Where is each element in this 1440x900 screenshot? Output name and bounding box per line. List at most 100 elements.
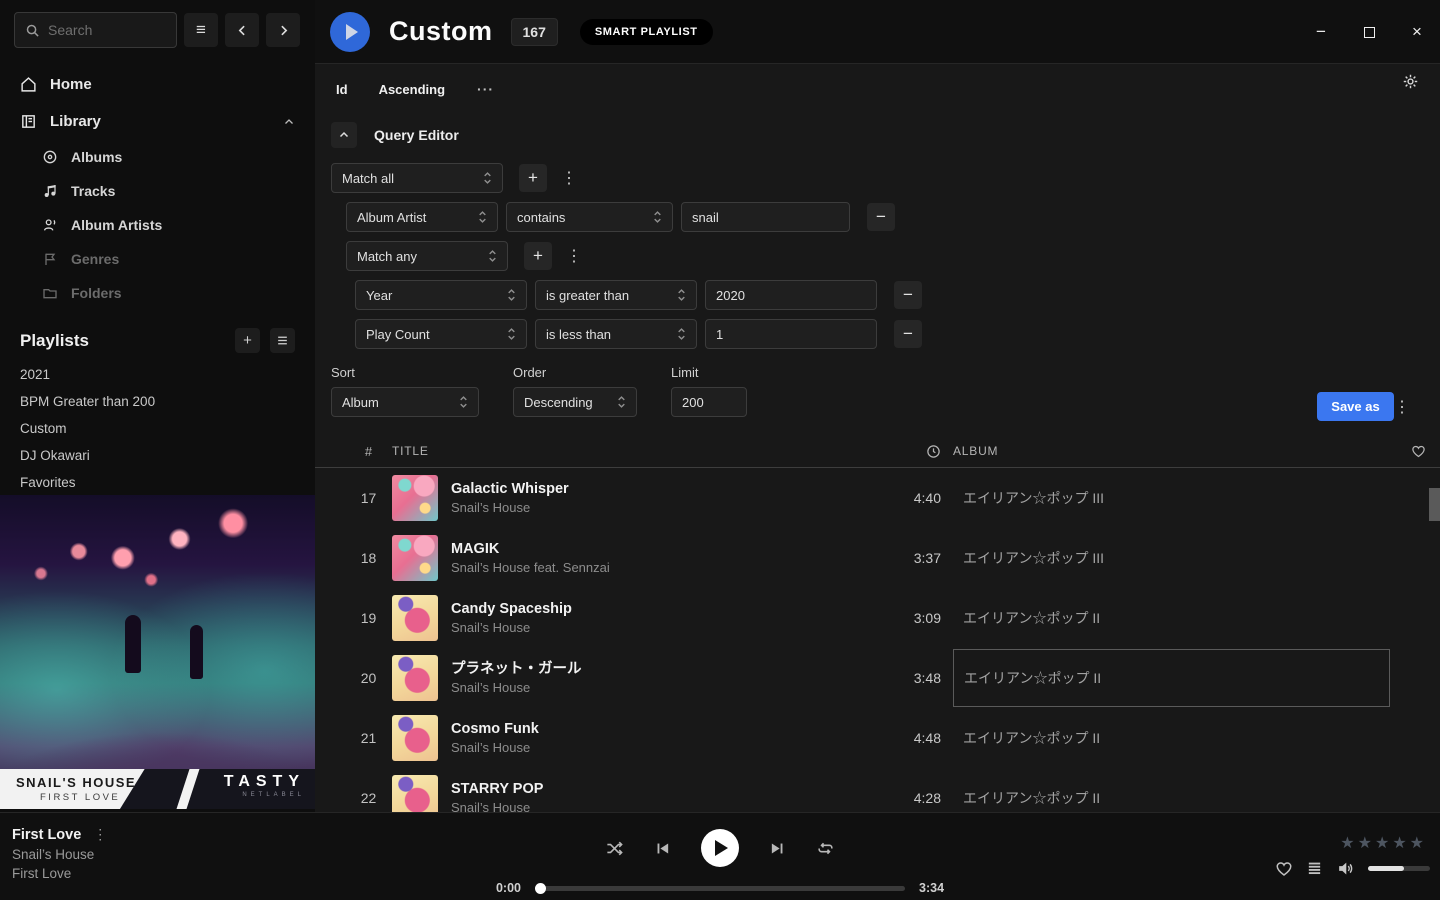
now-playing-album[interactable]: First Love (12, 866, 107, 881)
previous-track-button[interactable] (654, 840, 671, 857)
table-row[interactable]: 17 Galactic Whisper Snail’s House 4:40 エ… (315, 468, 1440, 528)
sidebar-item-label: Library (50, 113, 101, 130)
table-row[interactable]: 21 Cosmo Funk Snail’s House 4:48 エイリアン☆ポ… (315, 708, 1440, 768)
track-album-focused-cell[interactable]: エイリアン☆ポップ II (953, 649, 1390, 707)
add-rule-button[interactable]: + (519, 164, 547, 192)
rule-group-menu-button[interactable]: ⋮ (555, 168, 583, 188)
search-box[interactable] (14, 12, 177, 48)
query-editor: Query Editor Match all + ⋮ Album Artist … (315, 122, 1440, 421)
sidebar-item-library[interactable]: Library (0, 103, 315, 140)
nav-back-button[interactable] (225, 13, 259, 47)
search-icon (25, 23, 40, 38)
track-album[interactable]: エイリアン☆ポップ II (953, 709, 1390, 767)
subrule-group-menu-button[interactable]: ⋮ (560, 246, 588, 266)
rule-field-select[interactable]: Play Count (355, 319, 527, 349)
favorite-heart-icon[interactable] (1275, 860, 1293, 878)
rule-value-input[interactable] (705, 280, 877, 310)
disc-icon (42, 149, 58, 165)
player-bar: First Love ⋮ Snail’s House First Love 0:… (0, 812, 1440, 900)
track-album[interactable]: エイリアン☆ポップ III (953, 469, 1390, 527)
star-icon[interactable]: ★ (1410, 833, 1424, 853)
rule-operator-select[interactable]: is greater than (535, 280, 697, 310)
track-album[interactable]: エイリアン☆ポップ II (953, 589, 1390, 647)
playlist-item[interactable]: 2021 (0, 361, 315, 388)
duration-column-header[interactable] (883, 444, 953, 459)
table-row[interactable]: 20 プラネット・ガール Snail’s House 3:48 エイリアン☆ポッ… (315, 648, 1440, 708)
maximize-icon (1364, 27, 1375, 38)
rule-value-input[interactable] (705, 319, 877, 349)
album-column-header[interactable]: ALBUM (953, 444, 1390, 458)
remove-rule-button[interactable]: − (867, 203, 895, 231)
sidebar-item-folders[interactable]: Folders (0, 276, 315, 310)
remove-rule-button[interactable]: − (894, 320, 922, 348)
title-column-header[interactable]: TITLE (392, 444, 883, 458)
rule-field-select[interactable]: Album Artist (346, 202, 498, 232)
table-row[interactable]: 18 MAGIK Snail’s House feat. Sennzai 3:3… (315, 528, 1440, 588)
repeat-button[interactable] (816, 839, 835, 858)
query-menu-button[interactable]: ⋮ (1388, 397, 1416, 417)
rating-stars[interactable]: ★ ★ ★ ★ ★ (1340, 833, 1424, 853)
star-icon[interactable]: ★ (1358, 833, 1372, 853)
playlist-list-button[interactable] (270, 328, 295, 353)
rule-field-select[interactable]: Year (355, 280, 527, 310)
star-icon[interactable]: ★ (1392, 833, 1406, 853)
minus-icon: − (903, 324, 913, 344)
sort-order-button[interactable]: Ascending (379, 82, 445, 97)
cover-title-text: FIRST LOVE (16, 792, 176, 803)
plus-icon: + (528, 168, 538, 188)
next-track-button[interactable] (769, 840, 786, 857)
sidebar-item-albums[interactable]: Albums (0, 140, 315, 174)
playlist-item[interactable]: DJ Okawari (0, 442, 315, 469)
chevron-up-icon[interactable] (283, 116, 295, 128)
volume-slider[interactable] (1368, 866, 1430, 871)
more-options-button[interactable]: ··· (477, 81, 494, 97)
total-time: 3:34 (919, 881, 953, 895)
playlist-item[interactable]: BPM Greater than 200 (0, 388, 315, 415)
cover-artist-text: SNAIL'S HOUSE (16, 775, 176, 790)
playlist-item[interactable]: Favorites (0, 469, 315, 496)
page-title: Custom (389, 16, 493, 47)
sort-field-button[interactable]: Id (336, 82, 348, 97)
sidebar-item-home[interactable]: Home (0, 66, 315, 103)
play-pause-button[interactable] (701, 829, 739, 867)
rule-operator-select[interactable]: contains (506, 202, 673, 232)
seek-thumb[interactable] (535, 883, 546, 894)
match-any-select[interactable]: Match any (346, 241, 508, 271)
menu-button[interactable]: ≡ (184, 13, 218, 47)
playlist-item[interactable]: Custom (0, 415, 315, 442)
save-as-button[interactable]: Save as (1317, 392, 1394, 421)
scrollbar-thumb[interactable] (1429, 488, 1440, 521)
favorite-column-header[interactable] (1390, 444, 1426, 459)
table-row[interactable]: 19 Candy Spaceship Snail’s House 3:09 エイ… (315, 588, 1440, 648)
remove-rule-button[interactable]: − (894, 281, 922, 309)
add-subrule-button[interactable]: + (524, 242, 552, 270)
minimize-button[interactable]: − (1312, 22, 1330, 42)
seek-bar[interactable] (535, 886, 905, 891)
settings-gear-icon[interactable] (1402, 73, 1419, 90)
star-icon[interactable]: ★ (1340, 833, 1354, 853)
track-title: Cosmo Funk (451, 719, 539, 739)
sidebar-item-tracks[interactable]: Tracks (0, 174, 315, 208)
search-input[interactable] (48, 22, 158, 38)
order-select[interactable]: Descending (513, 387, 637, 417)
maximize-button[interactable] (1360, 27, 1378, 38)
nav-forward-button[interactable] (266, 13, 300, 47)
track-title: MAGIK (451, 539, 610, 559)
sidebar-item-genres[interactable]: Genres (0, 242, 315, 276)
sidebar-item-album-artists[interactable]: Album Artists (0, 208, 315, 242)
add-playlist-button[interactable]: + (235, 328, 260, 353)
play-playlist-button[interactable] (330, 12, 370, 52)
rule-operator-select[interactable]: is less than (535, 319, 697, 349)
volume-icon[interactable] (1336, 859, 1355, 878)
limit-input[interactable] (671, 387, 747, 417)
sort-select[interactable]: Album (331, 387, 479, 417)
rule-value-input[interactable] (681, 202, 850, 232)
track-album[interactable]: エイリアン☆ポップ III (953, 529, 1390, 587)
close-button[interactable]: × (1408, 22, 1426, 42)
match-all-select[interactable]: Match all (331, 163, 503, 193)
collapse-query-editor-button[interactable] (331, 122, 357, 148)
index-column-header[interactable]: # (345, 444, 392, 459)
queue-icon[interactable] (1306, 860, 1323, 877)
star-icon[interactable]: ★ (1375, 833, 1389, 853)
shuffle-button[interactable] (605, 839, 624, 858)
